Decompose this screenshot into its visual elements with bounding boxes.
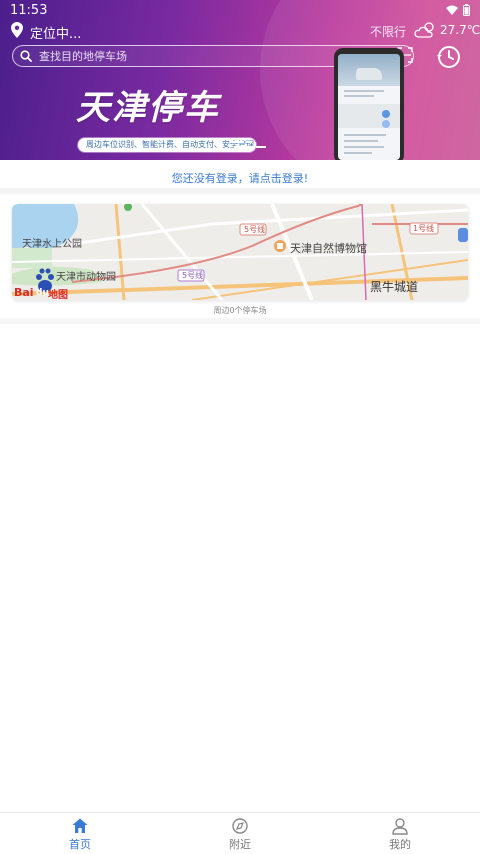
phone-screen-map bbox=[338, 104, 400, 128]
nav-nearby-label: 附近 bbox=[229, 838, 251, 851]
metro-line-5-label-b: 5号线 bbox=[182, 271, 204, 280]
phone-screen-line bbox=[344, 90, 384, 92]
header-banner[interactable]: 11:53 定位中... 不限行 27.7℃ 查找目的地停车场 天津停车 周边车… bbox=[0, 0, 480, 160]
banner-title: 天津停车 bbox=[76, 88, 220, 128]
history-icon[interactable] bbox=[436, 44, 462, 70]
temperature-text: 27.7℃ bbox=[440, 23, 480, 37]
nav-profile-label: 我的 bbox=[389, 838, 411, 851]
metro-line-5-label: 5号线 bbox=[244, 225, 266, 234]
home-icon bbox=[72, 818, 88, 833]
home-page: 11:53 定位中... 不限行 27.7℃ 查找目的地停车场 天津停车 周边车… bbox=[0, 0, 480, 854]
phone-screen-header bbox=[338, 54, 400, 86]
wifi-icon bbox=[445, 5, 458, 15]
phone-screen-line bbox=[344, 146, 384, 148]
bottom-navigation: 首页 附近 我的 bbox=[0, 812, 480, 854]
nearby-icon bbox=[232, 818, 248, 834]
phone-screen-image bbox=[338, 54, 400, 160]
phone-screen-line bbox=[344, 140, 378, 142]
search-input[interactable] bbox=[39, 47, 339, 65]
status-bar: 11:53 bbox=[0, 0, 480, 20]
nav-profile[interactable]: 我的 bbox=[360, 817, 440, 853]
user-icon bbox=[392, 818, 408, 835]
nav-home[interactable]: 首页 bbox=[40, 817, 120, 853]
map-card[interactable]: 天津水上公园 天津市动物园 天津自然博物馆 5号线 5号线 1号线 黑牛城道 B… bbox=[12, 204, 468, 300]
baidu-logo-ditu: 地图 bbox=[48, 290, 68, 300]
phone-screen-line bbox=[344, 95, 374, 97]
baidu-logo-bai: Bai bbox=[14, 286, 34, 299]
phone-screen-marker bbox=[382, 110, 390, 118]
nav-home-label: 首页 bbox=[69, 838, 91, 851]
search-icon bbox=[20, 50, 32, 62]
phone-screen-line bbox=[344, 152, 372, 154]
phone-screen-car bbox=[356, 68, 382, 80]
map-label-heiniu-road: 黑牛城道 bbox=[370, 280, 419, 294]
phone-screen-line bbox=[344, 134, 386, 136]
decorative-dashes bbox=[230, 141, 266, 148]
traffic-limit-text: 不限行 bbox=[370, 25, 407, 39]
phone-mockup-image bbox=[334, 48, 404, 160]
map-label-museum: 天津自然博物馆 bbox=[290, 242, 367, 255]
nearby-parking-count: 周边0个停车场 bbox=[213, 306, 267, 315]
search-bar[interactable] bbox=[12, 45, 414, 67]
scan-icon[interactable] bbox=[396, 46, 414, 64]
location-text[interactable]: 定位中... bbox=[30, 23, 81, 42]
map-label-zoo: 天津市动物园 bbox=[56, 272, 116, 283]
status-time: 11:53 bbox=[10, 3, 48, 18]
location-pin-icon[interactable] bbox=[11, 22, 23, 38]
metro-line-1-label: 1号线 bbox=[413, 224, 435, 233]
login-notice-bar: 您还没有登录，请点击登录! bbox=[0, 160, 480, 194]
status-icons bbox=[445, 3, 470, 16]
login-prompt-link[interactable]: 您还没有登录，请点击登录! bbox=[172, 170, 308, 186]
nav-nearby[interactable]: 附近 bbox=[200, 817, 280, 853]
section-divider bbox=[0, 318, 480, 324]
phone-screen-marker bbox=[382, 120, 390, 128]
cloud-sun-icon bbox=[414, 22, 434, 38]
location-row: 定位中... 不限行 27.7℃ bbox=[0, 20, 480, 42]
map-label-water-park: 天津水上公园 bbox=[22, 239, 82, 250]
baidu-logo-du: du bbox=[36, 288, 49, 298]
banner-tagline: 周边车位识别、智能计费、自动支付、安全管理 bbox=[86, 140, 254, 149]
battery-icon bbox=[463, 4, 470, 16]
